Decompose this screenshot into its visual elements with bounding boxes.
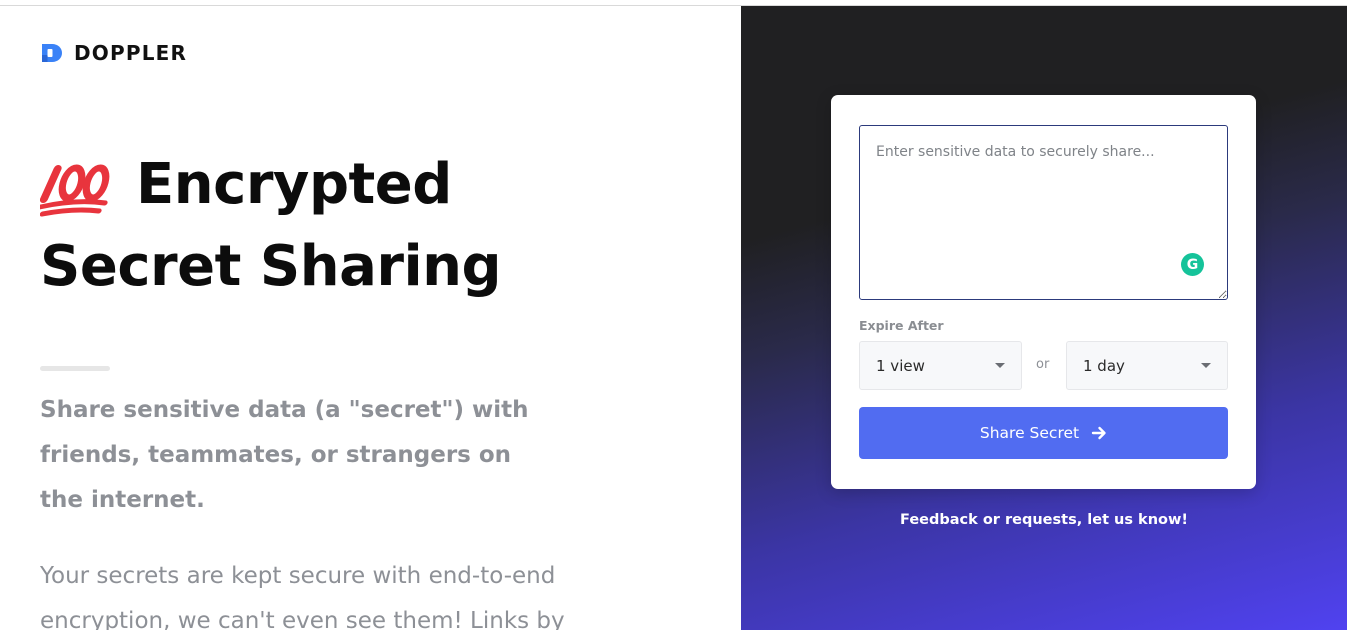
days-limit-value: 1 day: [1083, 356, 1125, 375]
brand-logo-link[interactable]: DOPPLER: [40, 41, 187, 65]
expire-after-label: Expire After: [859, 318, 944, 333]
chevron-down-icon: [1201, 363, 1211, 368]
share-secret-label: Share Secret: [979, 424, 1080, 442]
lead-paragraph: Share sensitive data (a "secret") with f…: [40, 397, 529, 513]
page-title: Encrypted Secret Sharing: [40, 144, 560, 308]
doppler-logo-icon: [42, 44, 62, 62]
info-panel: DOPPLER Encrypted Secret Sharing Share s…: [0, 6, 741, 630]
share-panel: G Expire After 1 view or 1 day Share Sec…: [741, 6, 1347, 630]
share-form-card: G Expire After 1 view or 1 day Share Sec…: [831, 95, 1256, 489]
grammarly-icon[interactable]: G: [1181, 253, 1204, 276]
title-line-1: Encrypted: [136, 152, 452, 217]
feedback-link[interactable]: Feedback or requests, let us know!: [741, 512, 1347, 528]
brand-name: DOPPLER: [74, 41, 188, 65]
arrow-right-icon: [1091, 426, 1106, 440]
views-limit-select[interactable]: 1 view: [859, 341, 1022, 390]
views-limit-value: 1 view: [876, 356, 925, 375]
share-secret-button[interactable]: Share Secret: [859, 407, 1228, 459]
or-label: or: [1036, 357, 1050, 372]
days-limit-select[interactable]: 1 day: [1066, 341, 1228, 390]
description-paragraph: Your secrets are kept secure with end-to…: [40, 563, 565, 630]
chevron-down-icon: [995, 363, 1005, 368]
title-line-2: Secret Sharing: [40, 234, 502, 299]
divider: [40, 366, 110, 371]
secret-input[interactable]: [859, 125, 1228, 300]
hundred-points-emoji: [40, 164, 110, 217]
